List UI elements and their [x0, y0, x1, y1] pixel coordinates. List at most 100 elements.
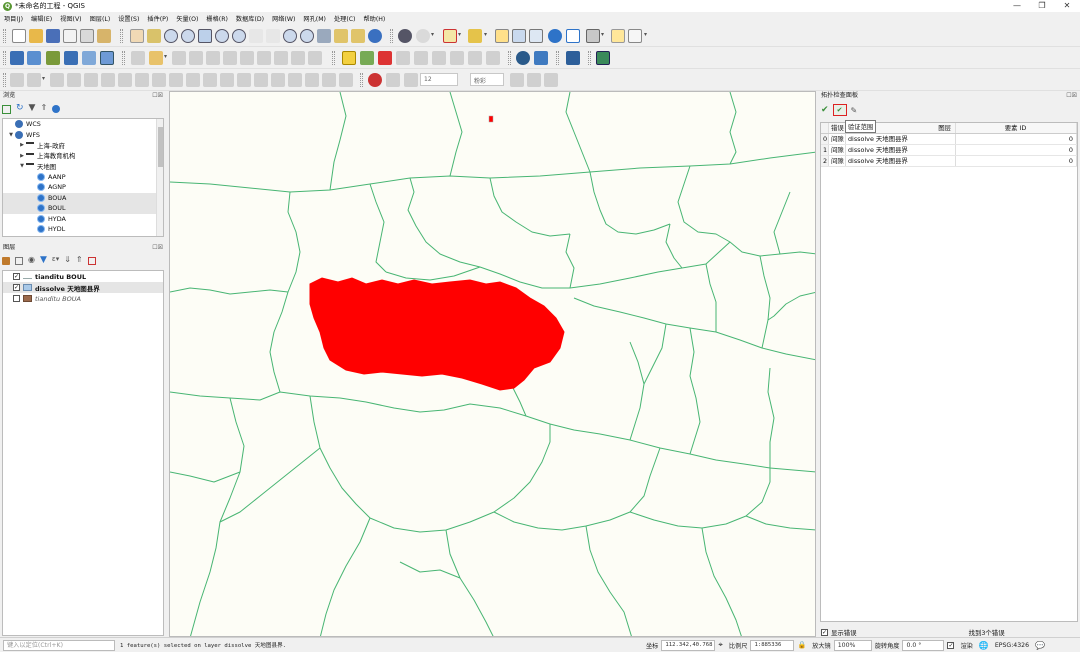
merge-features-icon[interactable]: [288, 73, 302, 87]
add-raster-icon[interactable]: [64, 51, 78, 65]
visibility-icon[interactable]: ◉: [28, 255, 35, 269]
toolbar-grip[interactable]: [588, 51, 591, 65]
move-label-icon[interactable]: [414, 51, 428, 65]
lock-scale-icon[interactable]: 🔒: [797, 641, 806, 649]
dropdown-arrow-icon[interactable]: ▾: [431, 31, 434, 38]
collapse-arrow-icon[interactable]: ▶: [18, 153, 26, 159]
collapse-all-layers-icon[interactable]: ⇑: [76, 255, 83, 269]
topology-panel-float-close[interactable]: ☐☒: [1066, 92, 1077, 99]
zoom-native-icon[interactable]: [249, 29, 263, 43]
menu-item[interactable]: 处理(C): [334, 14, 356, 23]
open-project-icon[interactable]: [29, 29, 43, 43]
add-wms-icon[interactable]: [82, 51, 96, 65]
remove-layer-icon[interactable]: [87, 257, 96, 265]
error-row[interactable]: 2 间隙 dissolve 天地图县界 0: [821, 156, 1077, 167]
toolbar-grip[interactable]: [390, 29, 393, 43]
field-calculator-icon[interactable]: [529, 29, 543, 43]
crs-globe-icon[interactable]: 🌐: [979, 641, 989, 650]
delete-selected-icon[interactable]: [223, 51, 237, 65]
move-feature-icon[interactable]: [50, 73, 64, 87]
menu-item[interactable]: 编辑(E): [31, 14, 52, 23]
toolbar-grip[interactable]: [556, 51, 559, 65]
statistics-icon[interactable]: [566, 29, 580, 43]
dropdown-arrow-icon[interactable]: ▾: [458, 31, 461, 38]
paste-features-icon[interactable]: [274, 51, 288, 65]
zoom-last-icon[interactable]: [266, 29, 280, 43]
attribute-table-icon[interactable]: [512, 29, 526, 43]
layers-panel-float-close[interactable]: ☐☒: [152, 244, 163, 251]
coordinate-field[interactable]: 112.342,40.768: [661, 639, 716, 651]
identify-icon[interactable]: [398, 29, 412, 43]
maximize-button[interactable]: ❐: [1030, 0, 1054, 12]
change-label-icon[interactable]: [450, 51, 464, 65]
add-group-icon[interactable]: [15, 257, 23, 265]
new-print-layout-icon[interactable]: [63, 29, 77, 43]
browser-item[interactable]: AGNP: [3, 182, 163, 193]
show-errors-checkbox[interactable]: ✓: [821, 628, 828, 636]
processing-toolbox-icon[interactable]: [548, 29, 562, 43]
action-icon[interactable]: [416, 29, 430, 43]
label-more-icon[interactable]: [544, 73, 558, 87]
reverse-line-icon[interactable]: [220, 73, 234, 87]
new-map-view-icon[interactable]: [300, 29, 314, 43]
undo-icon[interactable]: [291, 51, 305, 65]
delete-ring-icon[interactable]: [152, 73, 166, 87]
browser-item[interactable]: ▼ 天地图: [3, 161, 163, 172]
toolbar-grip[interactable]: [360, 73, 363, 87]
map-canvas[interactable]: [169, 91, 816, 637]
filter-icon[interactable]: ▼: [29, 103, 36, 117]
pin-labels-icon[interactable]: [378, 51, 392, 65]
text-annotation-icon[interactable]: [628, 29, 642, 43]
rotation-field[interactable]: 0.0 °: [902, 639, 945, 651]
expand-all-icon[interactable]: ⇓: [64, 255, 71, 269]
menu-item[interactable]: 数据库(D): [236, 14, 264, 23]
rotate-label-icon[interactable]: [432, 51, 446, 65]
browser-item[interactable]: ▶ 上海-政府: [3, 140, 163, 151]
show-hide-labels-icon[interactable]: [396, 51, 410, 65]
show-bookmarks-icon[interactable]: [351, 29, 365, 43]
layer-item[interactable]: tianditu BOUA: [3, 293, 163, 304]
shape-icon[interactable]: [27, 73, 41, 87]
browser-scrollbar[interactable]: [156, 119, 163, 236]
toolbar-grip[interactable]: [3, 29, 6, 43]
rotate-feature-icon[interactable]: [67, 73, 81, 87]
map-tips-icon[interactable]: [611, 29, 625, 43]
simplify-icon[interactable]: [84, 73, 98, 87]
layer-item[interactable]: ✓ tianditu BOUL: [3, 271, 163, 282]
font-combo[interactable]: 粉彩: [470, 73, 504, 86]
snapping-icon[interactable]: [339, 73, 353, 87]
expand-arrow-icon[interactable]: ▼: [7, 132, 15, 138]
new-geopackage-icon[interactable]: [27, 51, 41, 65]
layer-list[interactable]: ✓ tianditu BOUL ✓ dissolve 天地图县界 tianditu BO…: [2, 270, 164, 636]
font-size-combo[interactable]: 12: [420, 73, 458, 86]
browser-tree[interactable]: WCS ▼ WFS ▶ 上海-政府 ▶ 上海教育机构 ▼ 天地图 AANP AGNP BOUA BOUL…: [2, 118, 164, 237]
error-row[interactable]: 0 间隙 dissolve 天地图县界 0: [821, 134, 1077, 145]
zoom-full-icon[interactable]: [198, 29, 212, 43]
cut-features-icon[interactable]: [240, 51, 254, 65]
crs-label[interactable]: EPSG:4326: [995, 642, 1029, 649]
toolbar-grip[interactable]: [3, 51, 6, 65]
toolbar-grip[interactable]: [120, 29, 123, 43]
configure-rules-icon[interactable]: ✎: [851, 106, 858, 115]
close-button[interactable]: ✕: [1055, 0, 1079, 12]
menu-item[interactable]: 帮助(H): [363, 14, 385, 23]
label-font-icon[interactable]: [404, 73, 418, 87]
refresh-icon[interactable]: ↻: [16, 103, 24, 117]
info-icon[interactable]: [52, 105, 61, 113]
menu-item[interactable]: 插件(P): [147, 14, 168, 23]
zoom-out-icon[interactable]: [181, 29, 195, 43]
label-align-icon[interactable]: [510, 73, 524, 87]
layout-manager-icon[interactable]: [80, 29, 94, 43]
browser-item[interactable]: BOUA: [3, 192, 163, 203]
select-features-icon[interactable]: [443, 29, 457, 43]
layer-diagram-icon[interactable]: [360, 51, 374, 65]
add-polygon-icon[interactable]: [189, 51, 203, 65]
label-clear-icon[interactable]: [527, 73, 541, 87]
offset-curve-icon[interactable]: [203, 73, 217, 87]
refresh-map-icon[interactable]: [368, 29, 382, 43]
dropdown-arrow-icon[interactable]: ▾: [42, 75, 45, 82]
dropdown-arrow-icon[interactable]: ▾: [484, 31, 487, 38]
collapse-all-icon[interactable]: ⇑: [40, 103, 47, 117]
browser-item[interactable]: HYDL: [3, 224, 163, 235]
browser-item[interactable]: BOUL: [3, 203, 163, 214]
